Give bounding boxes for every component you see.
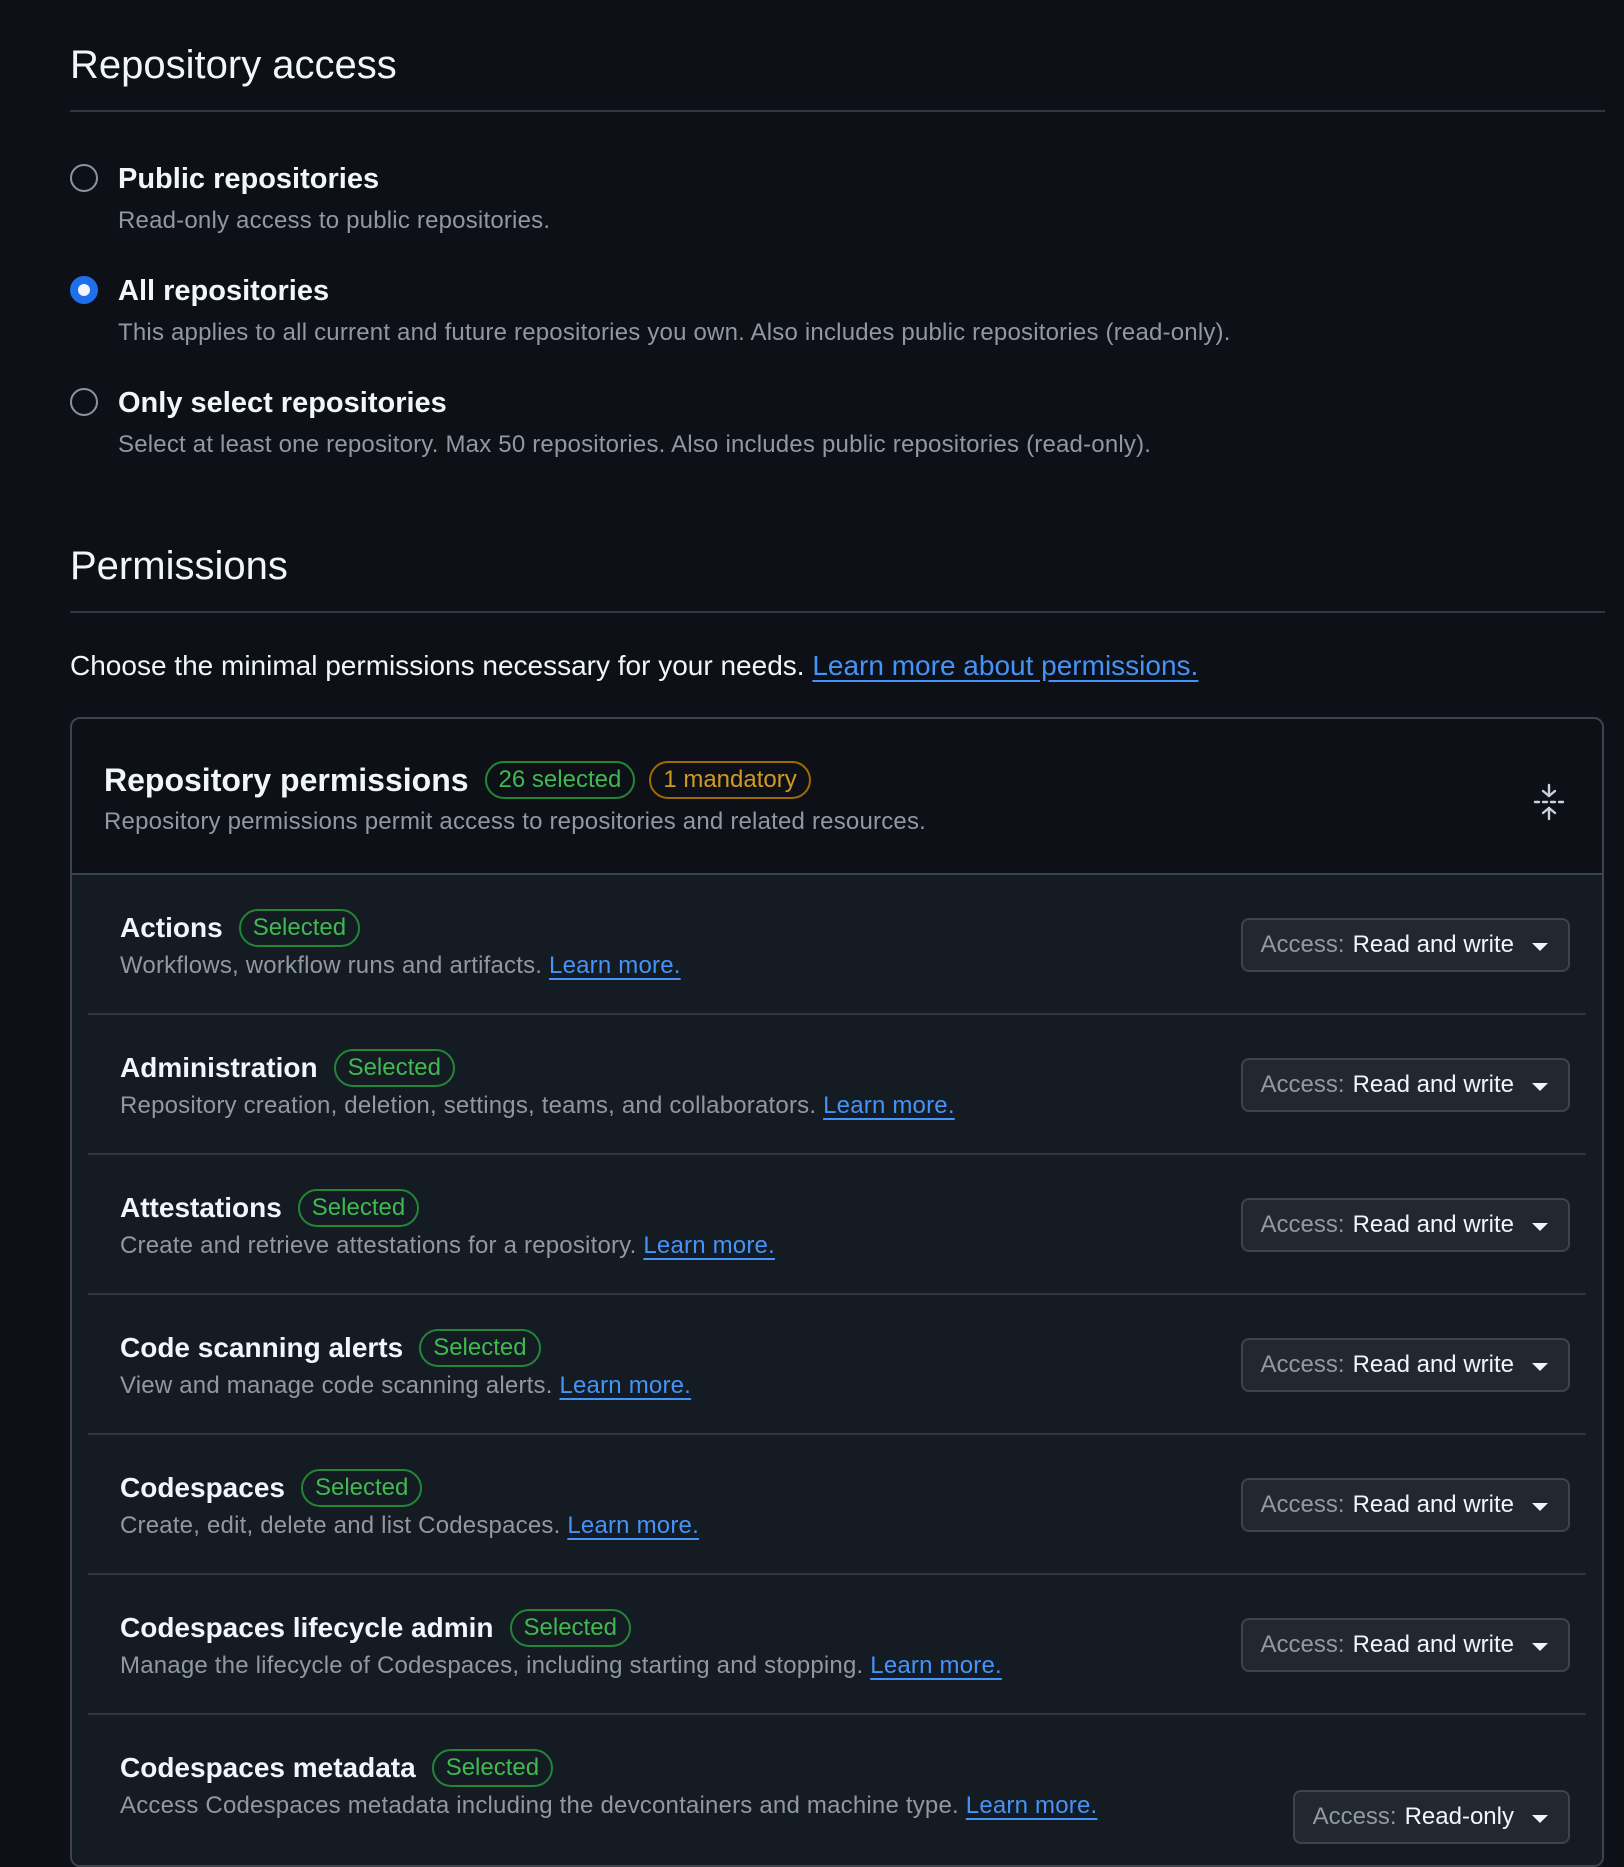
permission-description-text: View and manage code scanning alerts. bbox=[120, 1372, 553, 1399]
access-dropdown[interactable]: Access: Read and write bbox=[1240, 1198, 1570, 1252]
repository-permissions-title: Repository permissions bbox=[104, 761, 469, 798]
radio-button[interactable] bbox=[70, 164, 98, 192]
learn-more-link[interactable]: Learn more. bbox=[870, 1652, 1002, 1679]
access-prefix: Access: bbox=[1260, 931, 1345, 958]
selected-badge: Selected bbox=[297, 1189, 420, 1227]
repository-permissions-panel: Repository permissions 26 selected 1 man… bbox=[70, 717, 1604, 1867]
learn-more-link[interactable]: Learn more. bbox=[966, 1792, 1098, 1819]
radio-description: This applies to all current and future r… bbox=[118, 319, 1231, 346]
radio-button-checked[interactable] bbox=[70, 276, 98, 304]
learn-more-link[interactable]: Learn more. bbox=[559, 1372, 691, 1399]
caret-down-icon bbox=[1532, 1643, 1548, 1651]
selected-count-badge: 26 selected bbox=[484, 761, 636, 799]
access-prefix: Access: bbox=[1260, 1491, 1345, 1518]
radio-all-repositories[interactable]: All repositories This applies to all cur… bbox=[70, 274, 1605, 386]
learn-more-link[interactable]: Learn more. bbox=[549, 952, 681, 979]
selected-badge: Selected bbox=[300, 1469, 423, 1507]
permission-description-text: Manage the lifecycle of Codespaces, incl… bbox=[120, 1652, 864, 1679]
access-value: Read and write bbox=[1352, 1631, 1514, 1658]
access-value: Read and write bbox=[1352, 1211, 1514, 1238]
selected-badge: Selected bbox=[333, 1049, 455, 1087]
permission-name: Administration bbox=[120, 1052, 318, 1083]
access-prefix: Access: bbox=[1260, 1631, 1345, 1658]
selected-badge: Selected bbox=[509, 1609, 631, 1647]
permission-name: Codespaces metadata bbox=[120, 1752, 416, 1783]
access-dropdown[interactable]: Access: Read and write bbox=[1240, 918, 1570, 972]
access-dropdown[interactable]: Access: Read and write bbox=[1240, 1478, 1570, 1532]
panel-title-row: Repository permissions 26 selected 1 man… bbox=[104, 761, 1570, 799]
access-value: Read and write bbox=[1352, 1491, 1514, 1518]
selected-badge: Selected bbox=[238, 909, 361, 947]
radio-only-select-repositories[interactable]: Only select repositories Select at least… bbox=[70, 386, 1605, 498]
settings-page: Repository access Public repositories Re… bbox=[70, 0, 1605, 1867]
permission-name: Code scanning alerts bbox=[120, 1332, 404, 1363]
caret-down-icon bbox=[1532, 1815, 1548, 1823]
permission-row-administration: Administration Selected Repository creat… bbox=[88, 1015, 1586, 1155]
permission-list: Actions Selected Workflows, workflow run… bbox=[72, 875, 1602, 1865]
permission-row-code-scanning-alerts: Code scanning alerts Selected View and m… bbox=[88, 1295, 1586, 1435]
access-dropdown[interactable]: Access: Read and write bbox=[1240, 1338, 1570, 1392]
permission-row-actions: Actions Selected Workflows, workflow run… bbox=[88, 875, 1586, 1015]
radio-description: Read-only access to public repositories. bbox=[118, 207, 551, 234]
caret-down-icon bbox=[1532, 1503, 1548, 1511]
permission-name: Codespaces bbox=[120, 1472, 285, 1503]
access-prefix: Access: bbox=[1260, 1351, 1345, 1378]
permission-description-text: Access Codespaces metadata including the… bbox=[120, 1792, 959, 1819]
permissions-intro-text: Choose the minimal permissions necessary… bbox=[70, 650, 805, 681]
permission-name: Codespaces lifecycle admin bbox=[120, 1612, 494, 1643]
access-value: Read-only bbox=[1404, 1803, 1514, 1830]
caret-down-icon bbox=[1532, 1083, 1548, 1091]
section-divider bbox=[70, 110, 1605, 112]
permissions-intro: Choose the minimal permissions necessary… bbox=[70, 649, 1605, 683]
access-dropdown[interactable]: Access: Read and write bbox=[1240, 1058, 1570, 1112]
permission-row-codespaces: Codespaces Selected Create, edit, delete… bbox=[88, 1435, 1586, 1575]
caret-down-icon bbox=[1532, 943, 1548, 951]
permission-name: Actions bbox=[120, 912, 223, 943]
permission-row-codespaces-lifecycle-admin: Codespaces lifecycle admin Selected Mana… bbox=[88, 1575, 1586, 1715]
permission-description-text: Create, edit, delete and list Codespaces… bbox=[120, 1512, 561, 1539]
access-dropdown[interactable]: Access: Read-only bbox=[1292, 1790, 1570, 1844]
permissions-title: Permissions bbox=[70, 544, 288, 588]
access-prefix: Access: bbox=[1260, 1071, 1345, 1098]
access-value: Read and write bbox=[1352, 1351, 1514, 1378]
caret-down-icon bbox=[1532, 1223, 1548, 1231]
access-value: Read and write bbox=[1352, 931, 1514, 958]
radio-label: All repositories bbox=[118, 275, 330, 307]
radio-public-repositories[interactable]: Public repositories Read-only access to … bbox=[70, 162, 1605, 274]
radio-description: Select at least one repository. Max 50 r… bbox=[118, 431, 1152, 458]
mandatory-count-badge: 1 mandatory bbox=[649, 761, 811, 799]
access-value: Read and write bbox=[1352, 1071, 1514, 1098]
selected-badge: Selected bbox=[431, 1749, 554, 1787]
access-prefix: Access: bbox=[1312, 1803, 1397, 1830]
caret-down-icon bbox=[1532, 1363, 1548, 1371]
radio-label: Public repositories bbox=[118, 163, 380, 195]
repository-permissions-header: Repository permissions 26 selected 1 man… bbox=[72, 719, 1602, 875]
learn-more-permissions-link[interactable]: Learn more about permissions. bbox=[812, 650, 1198, 681]
access-dropdown[interactable]: Access: Read and write bbox=[1240, 1618, 1570, 1672]
learn-more-link[interactable]: Learn more. bbox=[567, 1512, 699, 1539]
permission-name: Attestations bbox=[120, 1192, 282, 1223]
permission-row-attestations: Attestations Selected Create and retriev… bbox=[88, 1155, 1586, 1295]
access-prefix: Access: bbox=[1260, 1211, 1345, 1238]
permission-description-text: Repository creation, deletion, settings,… bbox=[120, 1092, 817, 1119]
repository-access-title: Repository access bbox=[70, 43, 397, 87]
selected-badge: Selected bbox=[419, 1329, 541, 1367]
section-divider bbox=[70, 611, 1605, 613]
permission-description-text: Workflows, workflow runs and artifacts. bbox=[120, 952, 543, 979]
radio-label: Only select repositories bbox=[118, 387, 447, 419]
repository-access-options: Public repositories Read-only access to … bbox=[70, 162, 1605, 498]
learn-more-link[interactable]: Learn more. bbox=[823, 1092, 955, 1119]
permission-row-codespaces-metadata: Codespaces metadata Selected Access Code… bbox=[88, 1715, 1586, 1855]
permission-description-text: Create and retrieve attestations for a r… bbox=[120, 1232, 637, 1259]
learn-more-link[interactable]: Learn more. bbox=[643, 1232, 775, 1259]
radio-button[interactable] bbox=[70, 388, 98, 416]
fold-icon[interactable] bbox=[1532, 783, 1566, 821]
repository-permissions-description: Repository permissions permit access to … bbox=[104, 808, 927, 835]
